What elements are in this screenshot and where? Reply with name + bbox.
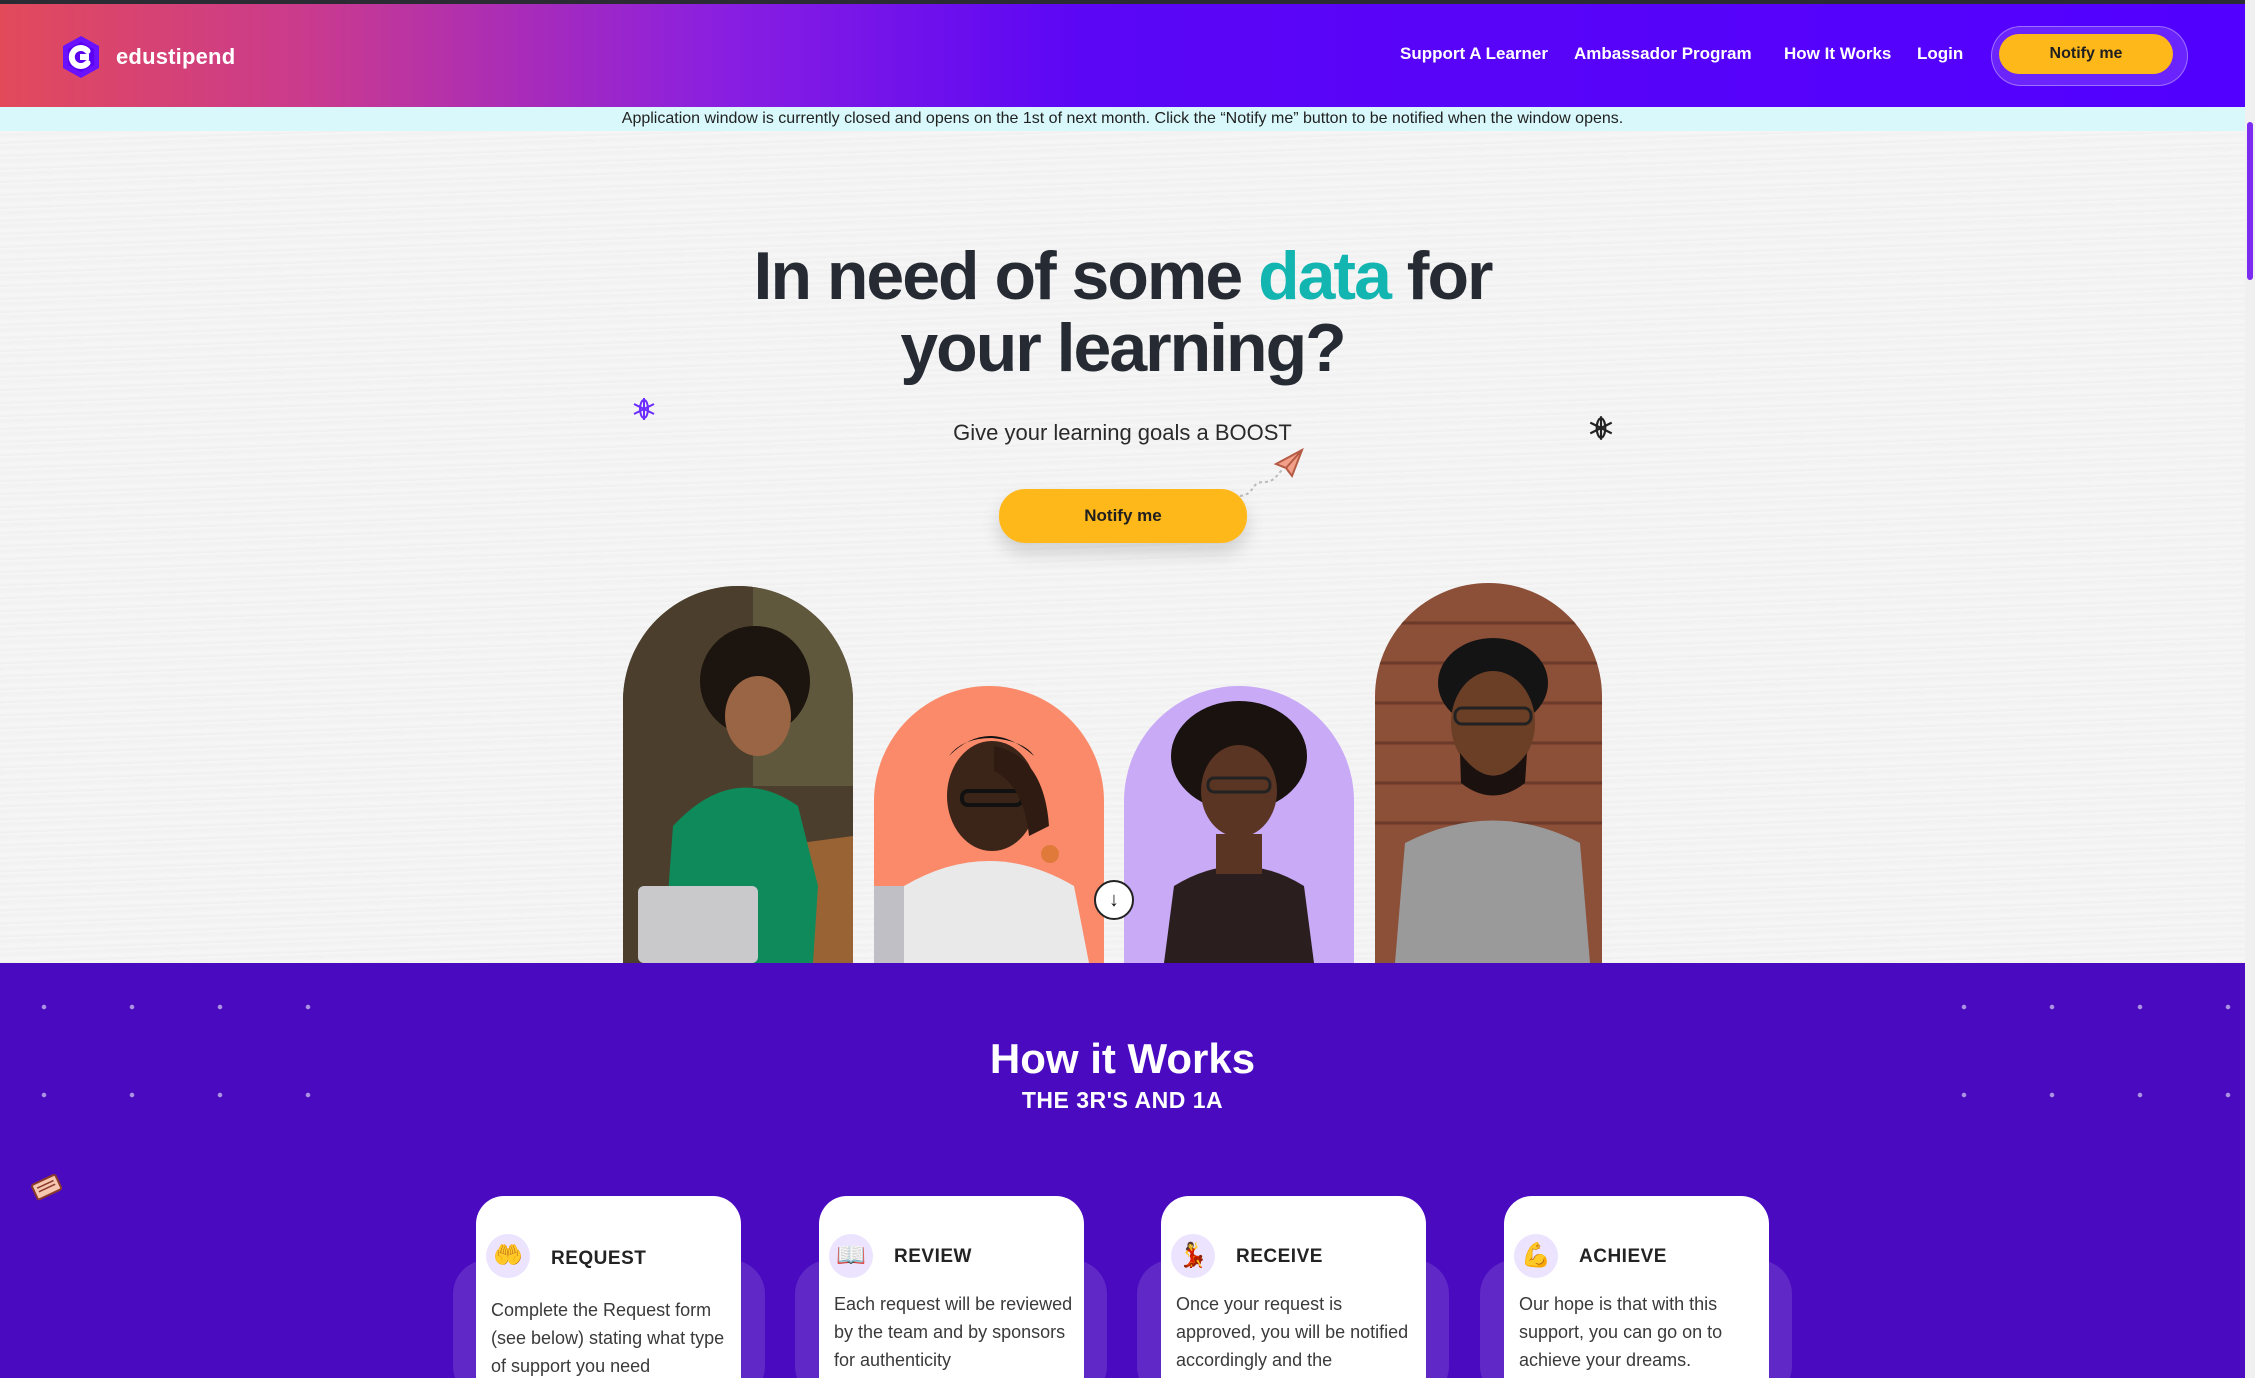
step-title: REVIEW — [894, 1246, 972, 1267]
sparkle-icon — [1589, 416, 1613, 440]
hero-title-line2: your learning? — [900, 310, 1346, 386]
step-card-achieve: 💪 ACHIEVE Our hope is that with this sup… — [1504, 1196, 1769, 1378]
step-text: Our hope is that with this support, you … — [1519, 1294, 1723, 1370]
sparkle-icon — [633, 398, 655, 420]
how-it-works-subtitle: THE 3R'S AND 1A — [1021, 1087, 1224, 1113]
step-card-receive: 💃 RECEIVE Once your request is approved,… — [1161, 1196, 1426, 1378]
nav-support-a-learner[interactable]: Support A Learner — [1400, 44, 1548, 64]
scroll-down-button[interactable]: ↓ — [1094, 880, 1134, 920]
application-closed-banner: Application window is currently closed a… — [0, 107, 2245, 131]
header-notify-button[interactable]: Notify me — [1999, 34, 2173, 74]
nav-login[interactable]: Login — [1917, 44, 1963, 64]
learner-photo-2 — [874, 686, 1104, 963]
learner-photo-4 — [1375, 583, 1602, 963]
scrollbar-thumb[interactable] — [2247, 122, 2253, 280]
hero-notify-button[interactable]: Notify me — [999, 489, 1247, 543]
hero-title: In need of some data for your learning? — [0, 240, 2245, 384]
step-title: ACHIEVE — [1579, 1246, 1667, 1267]
hero-subtitle: Give your learning goals a BOOST — [953, 420, 1292, 445]
step-title: RECEIVE — [1236, 1246, 1323, 1267]
hero-title-accent: data — [1258, 238, 1392, 314]
receive-icon: 💃 — [1171, 1234, 1215, 1278]
money-icon — [31, 1174, 63, 1201]
nav-how-it-works[interactable]: How It Works — [1784, 44, 1891, 64]
learner-photo-1 — [623, 586, 853, 963]
logo-text: edustipend — [116, 44, 236, 69]
site-header: edustipend Support A Learner Ambassador … — [0, 4, 2245, 107]
step-card-request: 🤲 REQUEST Complete the Request form (see… — [476, 1196, 741, 1378]
step-text: Once your request is approved, you will … — [1176, 1294, 1409, 1370]
learner-photo-3 — [1124, 686, 1354, 963]
site-logo[interactable]: edustipend — [58, 34, 235, 80]
step-card-review: 📖 REVIEW Each request will be reviewed b… — [819, 1196, 1084, 1378]
how-it-works-section: How it Works THE 3R'S AND 1A 🤲 REQUEST C… — [0, 963, 2245, 1378]
open-book-icon: 📖 — [829, 1234, 873, 1278]
logo-icon — [58, 34, 104, 80]
how-it-works-title: How it Works — [989, 1035, 1256, 1082]
nav-ambassador-program[interactable]: Ambassador Program — [1574, 44, 1752, 64]
hero-title-part2: for — [1389, 238, 1494, 314]
flexed-biceps-icon: 💪 — [1514, 1234, 1558, 1278]
step-text: Each request will be reviewed by the tea… — [834, 1294, 1073, 1370]
paper-plane-icon — [1239, 447, 1304, 497]
hero-title-part1: In need of some — [753, 238, 1259, 314]
raised-hands-icon: 🤲 — [486, 1234, 530, 1278]
step-text: Complete the Request form (see below) st… — [491, 1300, 725, 1376]
header-notify-container: Notify me — [1991, 26, 2188, 86]
step-title: REQUEST — [551, 1248, 647, 1269]
